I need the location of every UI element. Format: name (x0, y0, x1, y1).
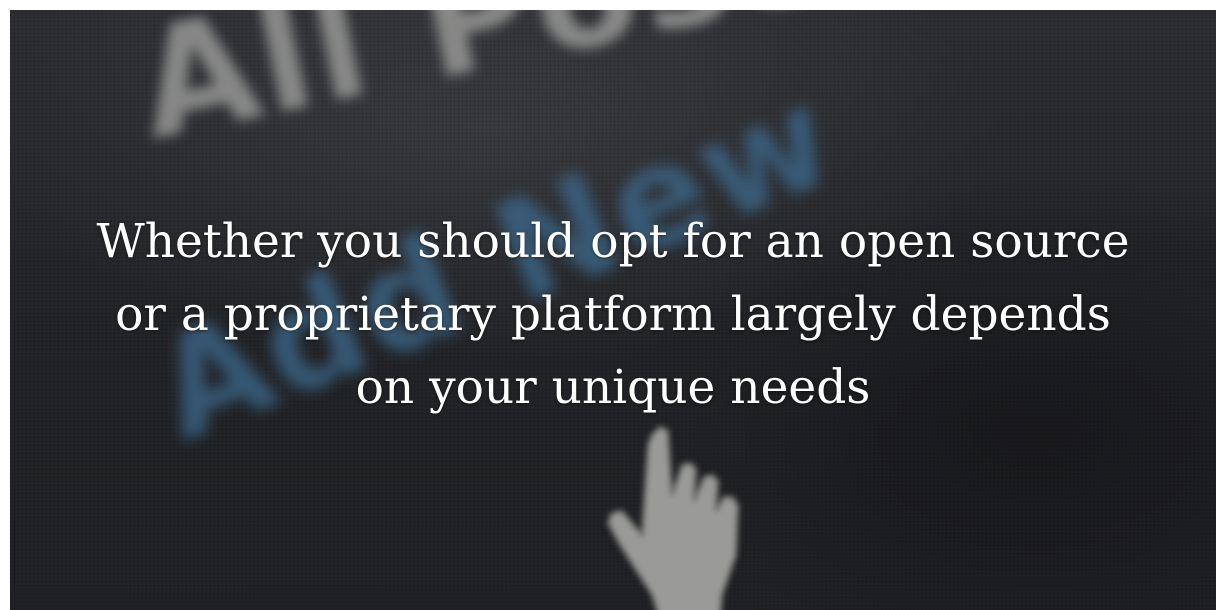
hero-image: All Posts Add New Whether you should opt… (10, 10, 1216, 610)
headline: Whether you should opt for an open sourc… (40, 205, 1186, 424)
headline-line: or a proprietary platform largely depend… (115, 287, 1111, 342)
headline-line: on your unique needs (355, 360, 871, 415)
headline-line: Whether you should opt for an open sourc… (96, 214, 1130, 269)
